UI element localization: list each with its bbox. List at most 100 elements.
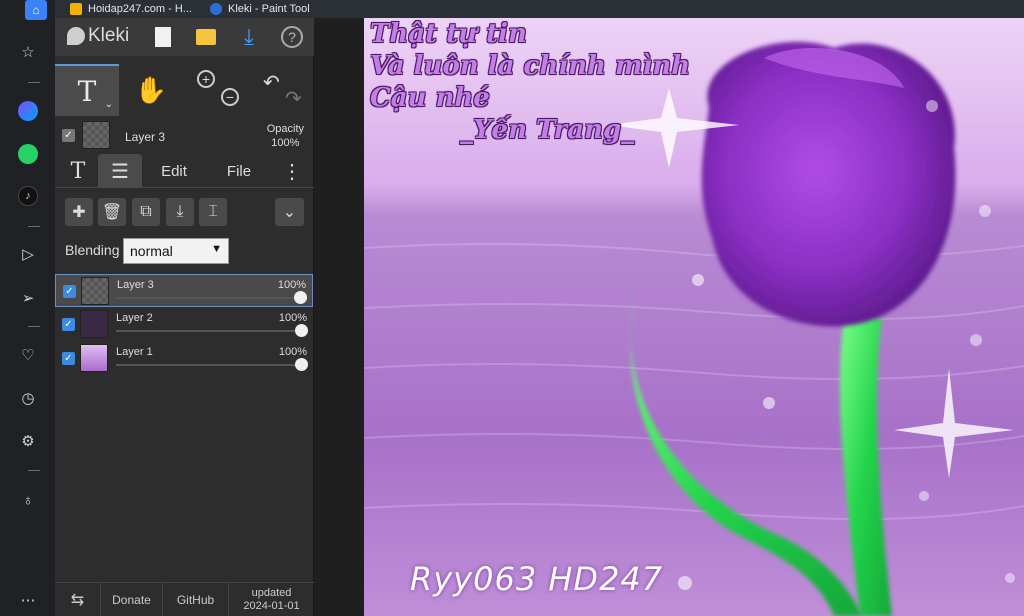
- tiktok-icon[interactable]: ♪: [18, 186, 38, 206]
- layer-row[interactable]: ✓ Layer 2 100%: [55, 308, 313, 341]
- text-tool-button[interactable]: T ⌄: [55, 64, 119, 116]
- tab-layers[interactable]: ☰: [98, 154, 142, 188]
- kleki-top-bar: Kleki ⤓ ?: [55, 18, 314, 56]
- tulip-flower: [701, 41, 956, 327]
- download-icon: ⤓: [244, 24, 254, 49]
- kleki-favicon-icon: [210, 3, 222, 15]
- folder-icon: [196, 29, 216, 45]
- kleki-logo-text: Kleki: [88, 25, 130, 46]
- caption-line: Thật tự tin: [370, 19, 527, 49]
- chevron-down-icon: ▼: [211, 243, 222, 255]
- more-menu-icon[interactable]: ⋮: [281, 154, 303, 188]
- delete-layer-button[interactable]: 🗑: [98, 198, 126, 226]
- expand-options-button[interactable]: ⌄: [275, 198, 304, 226]
- help-button[interactable]: ?: [278, 23, 306, 51]
- hand-icon: ✋: [134, 74, 168, 105]
- merge-layer-button[interactable]: ⤓: [166, 198, 194, 226]
- home-icon[interactable]: ⌂: [25, 0, 47, 20]
- browser-tab-strip: Hoidap247.com - H... Kleki - Paint Tool: [0, 0, 1024, 18]
- canvas-gutter: [314, 18, 364, 616]
- swap-panel-button[interactable]: ⇆: [55, 583, 101, 616]
- clock-icon[interactable]: ◷: [18, 388, 38, 408]
- send-icon[interactable]: ➢: [18, 288, 38, 308]
- duplicate-layer-button[interactable]: ⧉: [132, 198, 160, 226]
- layer-opacity-handle[interactable]: [294, 291, 307, 304]
- layer-thumbnail: [80, 310, 108, 338]
- caption-line: Cậu nhé: [370, 83, 490, 113]
- tab-text[interactable]: T: [63, 154, 93, 188]
- artwork-signature: Ryy063 HD247: [410, 560, 664, 598]
- help-icon: ?: [281, 26, 303, 48]
- updated-date: 2024-01-01: [243, 600, 300, 612]
- add-layer-button[interactable]: ✚: [65, 198, 93, 226]
- heart-icon[interactable]: ♡: [18, 345, 38, 365]
- tab-file[interactable]: File: [219, 154, 259, 188]
- bulb-icon[interactable]: ♁: [18, 490, 38, 510]
- star-icon[interactable]: ☆: [18, 42, 38, 62]
- browser-tab-hoidap[interactable]: Hoidap247.com - H...: [70, 0, 192, 18]
- browser-tab-kleki[interactable]: Kleki - Paint Tool: [210, 0, 310, 18]
- rename-layer-button[interactable]: ⌶: [199, 198, 227, 226]
- layer-opacity-value: 100%: [278, 346, 307, 358]
- layer-list: ✓ Layer 3 100% ✓ Layer 2 100% ✓ Layer 1 …: [55, 274, 314, 376]
- tool-row: T ⌄ ✋ + − ↶ ↷: [55, 64, 314, 116]
- layer-visibility-checkbox[interactable]: ✓: [62, 318, 75, 331]
- rail-divider: [28, 470, 40, 471]
- layer-opacity-value: 100%: [278, 312, 307, 324]
- layer-thumbnail: [80, 344, 108, 372]
- layer-visibility-checkbox[interactable]: ✓: [63, 285, 76, 298]
- zoom-out-icon[interactable]: −: [221, 88, 239, 106]
- new-page-icon: [155, 27, 171, 47]
- current-layer-checkbox[interactable]: ✓: [62, 129, 75, 142]
- artwork-caption: Thật tự tin Và luôn là chính mình Cậu nh…: [370, 18, 690, 146]
- layer-name: Layer 3: [117, 279, 154, 291]
- undo-icon[interactable]: ↶: [263, 70, 280, 95]
- layer-opacity-handle[interactable]: [295, 358, 308, 371]
- updated-label: updated: [251, 587, 292, 599]
- github-link[interactable]: GitHub: [163, 583, 229, 616]
- whatsapp-icon[interactable]: [18, 144, 38, 164]
- play-icon[interactable]: ▷: [18, 244, 38, 264]
- undo-redo-buttons: ↶ ↷: [251, 64, 311, 116]
- kleki-logo-icon: [67, 27, 85, 45]
- donate-link[interactable]: Donate: [101, 583, 163, 616]
- layer-opacity-handle[interactable]: [295, 324, 308, 337]
- hand-tool-button[interactable]: ✋: [123, 64, 179, 116]
- layer-name: Layer 2: [116, 312, 153, 324]
- layer-name: Layer 1: [116, 346, 153, 358]
- current-layer-bar: ✓ Layer 3 Opacity 100%: [55, 118, 314, 154]
- rail-divider: [28, 326, 40, 327]
- layer-visibility-checkbox[interactable]: ✓: [62, 352, 75, 365]
- merge-down-icon: ⤓: [176, 203, 184, 220]
- layer-opacity-slider[interactable]: [117, 297, 300, 299]
- layer-row[interactable]: ✓ Layer 1 100%: [55, 342, 313, 375]
- save-button[interactable]: ⤓: [235, 23, 263, 51]
- layer-row[interactable]: ✓ Layer 3 100%: [55, 274, 313, 307]
- screen: Hoidap247.com - H... Kleki - Paint Tool …: [0, 0, 1024, 616]
- current-layer-thumbnail: [82, 121, 110, 149]
- browser-tab-title: Kleki - Paint Tool: [228, 3, 310, 15]
- layer-opacity-slider[interactable]: [116, 330, 301, 332]
- chevron-down-icon: ⌄: [282, 204, 297, 221]
- redo-icon[interactable]: ↷: [285, 86, 302, 111]
- chevron-down-icon: ⌄: [104, 99, 113, 110]
- open-image-button[interactable]: [192, 23, 220, 51]
- tab-edit[interactable]: Edit: [151, 154, 197, 188]
- opacity-label: Opacity: [266, 123, 304, 135]
- layers-icon: ☰: [111, 160, 129, 183]
- blending-select[interactable]: normal ▼: [123, 238, 229, 264]
- layer-opacity-slider[interactable]: [116, 364, 301, 366]
- browser-tab-title: Hoidap247.com - H...: [88, 3, 192, 15]
- updated-info[interactable]: updated 2024-01-01: [229, 583, 314, 616]
- hoidap-favicon-icon: [70, 3, 82, 15]
- more-icon[interactable]: ⋯: [18, 590, 38, 610]
- settings-icon[interactable]: ⚙: [18, 431, 38, 451]
- zoom-in-icon[interactable]: +: [197, 70, 215, 88]
- messenger-icon[interactable]: [18, 101, 38, 121]
- kleki-logo[interactable]: Kleki: [67, 25, 129, 47]
- text-tool-icon: T: [77, 74, 97, 108]
- rail-divider: [28, 226, 40, 227]
- caption-author: _Yến Trang_: [460, 115, 635, 145]
- new-image-button[interactable]: [149, 23, 177, 51]
- opacity-value: 100%: [271, 137, 300, 149]
